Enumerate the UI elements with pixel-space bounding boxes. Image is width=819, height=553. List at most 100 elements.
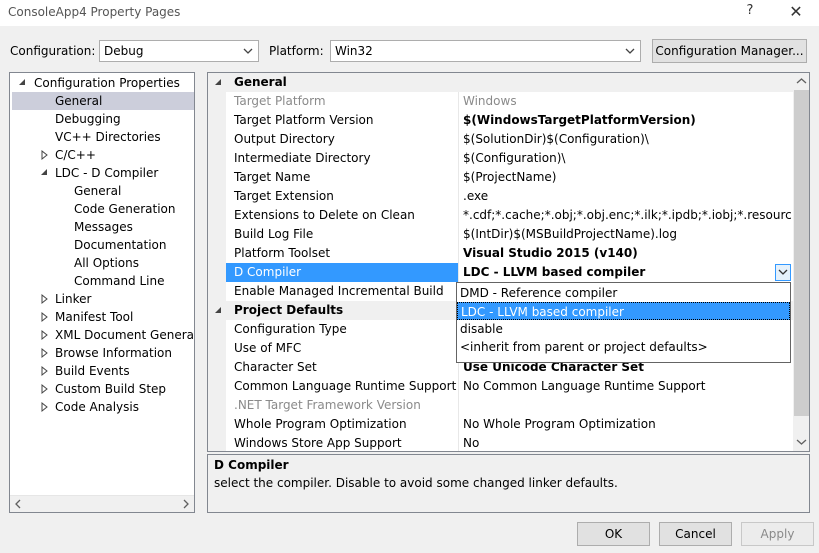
tree-item-debugging[interactable]: Debugging — [55, 110, 121, 128]
property-row-target-extension[interactable]: Target Extension .exe — [208, 187, 793, 206]
platform-label: Platform: — [269, 44, 324, 58]
scroll-up-icon[interactable] — [796, 76, 807, 86]
tree-item-messages[interactable]: Messages — [74, 218, 133, 236]
property-name: Enable Managed Incremental Build — [234, 284, 444, 298]
description-text: select the compiler. Disable to avoid so… — [214, 476, 618, 490]
scroll-right-icon[interactable] — [181, 499, 191, 509]
property-row-whole-program-optimization[interactable]: Whole Program Optimization No Whole Progr… — [208, 415, 793, 434]
grid-vertical-scrollbar[interactable] — [793, 73, 809, 451]
property-row-clr-support[interactable]: Common Language Runtime Support No Common… — [208, 377, 793, 396]
option-disable[interactable]: disable — [457, 320, 790, 338]
tree-item-build-events[interactable]: Build Events — [55, 362, 130, 380]
configuration-manager-button[interactable]: Configuration Manager... — [652, 39, 807, 63]
property-value: No — [463, 436, 480, 450]
collapsed-triangle-icon[interactable] — [40, 362, 50, 380]
property-row-d-compiler[interactable]: D Compiler LDC - LLVM based compiler — [208, 263, 793, 282]
tree-item-browse-information[interactable]: Browse Information — [55, 344, 172, 362]
category-label: General — [234, 75, 287, 89]
tree-item-c-cpp[interactable]: C/C++ — [55, 146, 96, 164]
property-name: Intermediate Directory — [234, 151, 371, 165]
configuration-combo[interactable]: Debug — [99, 40, 259, 62]
collapsed-triangle-icon[interactable] — [40, 344, 50, 362]
property-name: .NET Target Framework Version — [234, 398, 421, 412]
property-value: No Whole Program Optimization — [463, 417, 656, 431]
property-name: Configuration Type — [234, 322, 347, 336]
tree-item-all-options[interactable]: All Options — [74, 254, 139, 272]
property-value: Visual Studio 2015 (v140) — [463, 246, 638, 260]
tree-item-command-line[interactable]: Command Line — [74, 272, 165, 290]
tree-item-ldc-general[interactable]: General — [74, 182, 121, 200]
property-value: $(WindowsTargetPlatformVersion) — [463, 113, 696, 127]
property-name: Platform Toolset — [234, 246, 331, 260]
tree-item-xml-document-generator[interactable]: XML Document Generator — [55, 326, 194, 344]
property-name: Target Name — [234, 170, 311, 184]
expanded-triangle-icon[interactable] — [214, 77, 224, 87]
tree-item-ldc-d-compiler[interactable]: LDC - D Compiler — [55, 164, 158, 182]
configuration-label: Configuration: — [10, 44, 96, 58]
platform-combo[interactable]: Win32 — [330, 40, 641, 62]
configuration-value: Debug — [104, 44, 144, 58]
tree-item-code-generation[interactable]: Code Generation — [74, 200, 175, 218]
tree-horizontal-scrollbar[interactable] — [10, 495, 194, 512]
property-row-target-platform-version[interactable]: Target Platform Version $(WindowsTargetPl… — [208, 111, 793, 130]
tree-item-vc-directories[interactable]: VC++ Directories — [55, 128, 161, 146]
scroll-down-icon[interactable] — [796, 437, 807, 447]
collapsed-triangle-icon[interactable] — [40, 326, 50, 344]
property-row-target-platform[interactable]: Target Platform Windows — [208, 92, 793, 111]
collapsed-triangle-icon[interactable] — [40, 380, 50, 398]
option-dmd[interactable]: DMD - Reference compiler — [457, 284, 790, 302]
d-compiler-dropdown-button[interactable] — [775, 264, 791, 281]
property-row-output-directory[interactable]: Output Directory $(SolutionDir)$(Configur… — [208, 130, 793, 149]
property-value: $(ProjectName) — [463, 170, 557, 184]
expanded-triangle-icon[interactable] — [40, 164, 50, 182]
property-row-intermediate-directory[interactable]: Intermediate Directory $(Configuration)\ — [208, 149, 793, 168]
tree-item-configuration-properties[interactable]: Configuration Properties — [34, 74, 180, 92]
tree-item-documentation[interactable]: Documentation — [74, 236, 167, 254]
property-row-net-target-framework[interactable]: .NET Target Framework Version — [208, 396, 793, 415]
property-row-extensions-to-delete[interactable]: Extensions to Delete on Clean *.cdf;*.cac… — [208, 206, 793, 225]
collapsed-triangle-icon[interactable] — [40, 146, 50, 164]
tree-item-custom-build-step[interactable]: Custom Build Step — [55, 380, 166, 398]
property-grid[interactable]: General Target Platform Windows Target Pl… — [207, 72, 810, 452]
property-name: Windows Store App Support — [234, 436, 402, 450]
chevron-down-icon — [243, 48, 253, 54]
tree-item-general[interactable]: General — [12, 92, 194, 110]
d-compiler-dropdown-list[interactable]: DMD - Reference compiler LDC - LLVM base… — [456, 282, 791, 363]
collapsed-triangle-icon[interactable] — [40, 308, 50, 326]
property-name: Output Directory — [234, 132, 335, 146]
property-name: Character Set — [234, 360, 317, 374]
expanded-triangle-icon[interactable] — [214, 305, 224, 315]
collapsed-triangle-icon[interactable] — [40, 290, 50, 308]
ok-button[interactable]: OK — [577, 522, 650, 546]
scroll-left-icon[interactable] — [13, 499, 23, 509]
property-name: Target Extension — [234, 189, 334, 203]
property-row-build-log-file[interactable]: Build Log File $(IntDir)$(MSBuildProjectN… — [208, 225, 793, 244]
property-value: $(IntDir)$(MSBuildProjectName).log — [463, 227, 678, 241]
tree-item-linker[interactable]: Linker — [55, 290, 91, 308]
apply-button[interactable]: Apply — [741, 522, 814, 546]
property-name: Use of MFC — [234, 341, 302, 355]
description-panel: D Compiler select the compiler. Disable … — [207, 454, 810, 513]
property-row-platform-toolset[interactable]: Platform Toolset Visual Studio 2015 (v140… — [208, 244, 793, 263]
option-ldc[interactable]: LDC - LLVM based compiler — [457, 302, 790, 320]
title-bar: ConsoleApp4 Property Pages ? ✕ — [0, 0, 819, 26]
property-value: No Common Language Runtime Support — [463, 379, 706, 393]
property-name: Target Platform Version — [234, 113, 374, 127]
category-label: Project Defaults — [234, 303, 344, 317]
chevron-down-icon — [778, 269, 788, 275]
collapsed-triangle-icon[interactable] — [40, 398, 50, 416]
scrollbar-thumb[interactable] — [794, 90, 809, 416]
help-button[interactable]: ? — [742, 3, 758, 18]
category-general[interactable]: General — [208, 73, 793, 92]
close-button[interactable]: ✕ — [786, 2, 806, 21]
property-row-windows-store-app-support[interactable]: Windows Store App Support No — [208, 434, 793, 451]
tree-item-manifest-tool[interactable]: Manifest Tool — [55, 308, 133, 326]
expanded-triangle-icon[interactable] — [18, 74, 28, 92]
property-name: Target Platform — [234, 94, 326, 108]
cancel-button[interactable]: Cancel — [659, 522, 732, 546]
tree-item-code-analysis[interactable]: Code Analysis — [55, 398, 139, 416]
property-name: Common Language Runtime Support — [234, 379, 457, 393]
option-inherit[interactable]: <inherit from parent or project defaults… — [457, 338, 790, 356]
property-tree[interactable]: Configuration Properties General Debuggi… — [9, 72, 195, 513]
property-row-target-name[interactable]: Target Name $(ProjectName) — [208, 168, 793, 187]
